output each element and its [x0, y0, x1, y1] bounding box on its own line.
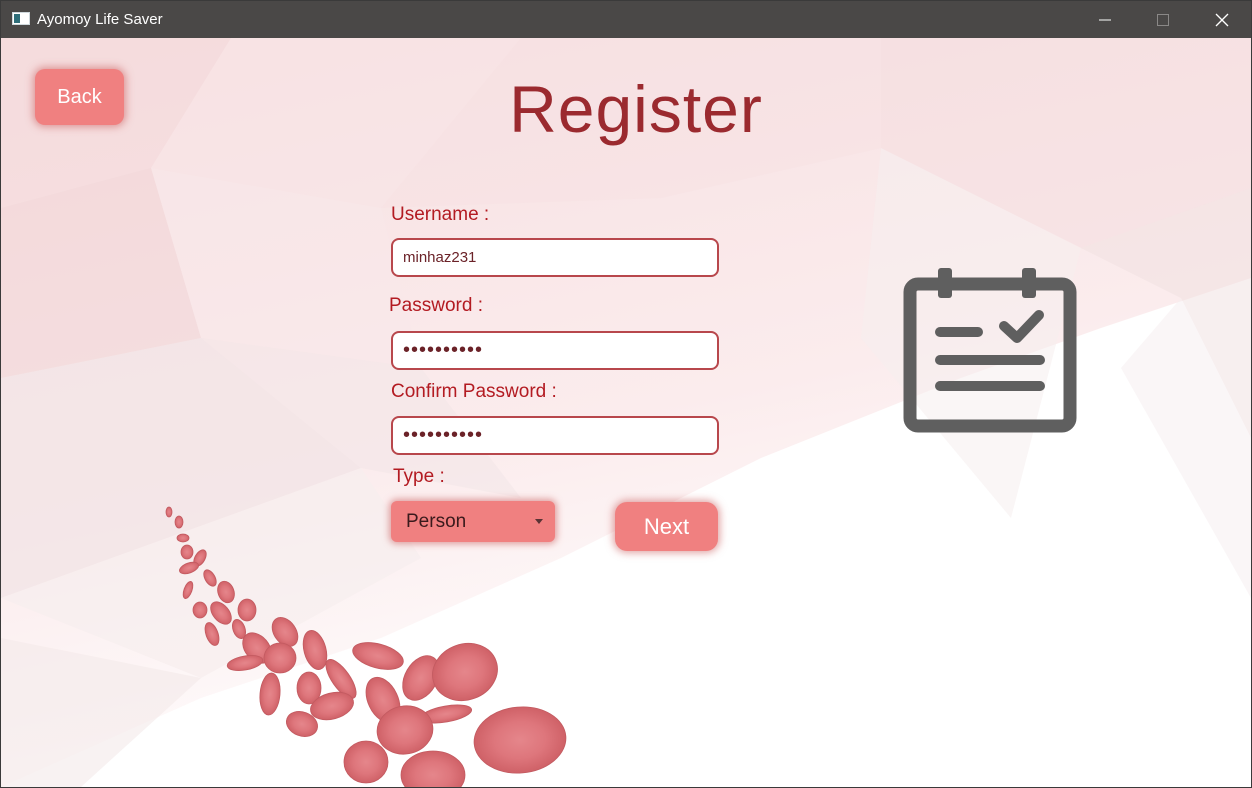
title-bar[interactable]: Ayomoy Life Saver	[1, 1, 1251, 38]
type-dropdown[interactable]: Person	[391, 501, 555, 542]
window-title: Ayomoy Life Saver	[37, 11, 163, 28]
password-field[interactable]	[391, 331, 719, 370]
app-window: Ayomoy Life Saver Back Register Username…	[0, 0, 1252, 788]
page-title: Register	[509, 72, 763, 146]
confirm-password-label: Confirm Password :	[391, 381, 557, 402]
register-screen: Back Register Username : Password : Conf…	[1, 38, 1251, 787]
maximize-button[interactable]	[1134, 1, 1192, 38]
confirm-password-field[interactable]	[391, 416, 719, 455]
clipboard-check-icon	[903, 268, 1077, 433]
chevron-down-icon	[535, 519, 543, 524]
maximize-icon	[1157, 14, 1169, 26]
username-label: Username :	[391, 204, 490, 225]
close-button[interactable]	[1193, 1, 1251, 38]
type-label: Type :	[393, 466, 445, 487]
close-icon	[1215, 13, 1229, 27]
minimize-icon	[1099, 19, 1111, 21]
back-button[interactable]: Back	[35, 69, 124, 125]
username-field[interactable]	[391, 238, 719, 277]
password-label: Password :	[389, 295, 483, 316]
minimize-button[interactable]	[1076, 1, 1134, 38]
next-button[interactable]: Next	[615, 502, 718, 551]
app-window-icon	[12, 12, 30, 25]
type-selected-value: Person	[406, 511, 467, 532]
